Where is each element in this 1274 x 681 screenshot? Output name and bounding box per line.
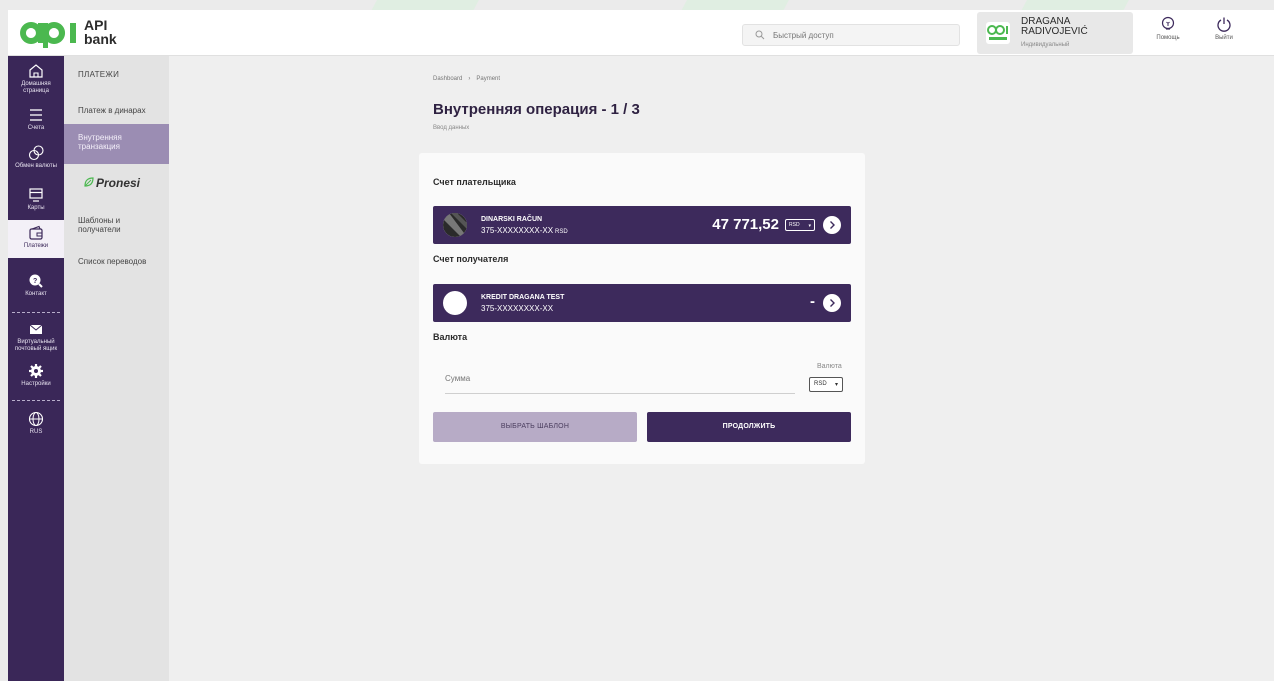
nav-label-exchange: Обмен валюты (15, 163, 57, 169)
nav-label-language: RUS (29, 429, 43, 435)
submenu-item-internal-transaction[interactable]: Внутренняя транзакция (64, 124, 169, 164)
submenu-item-pronesi[interactable]: Pronesi (84, 176, 140, 190)
home-icon (29, 64, 43, 78)
nav-label-accounts: Счета (27, 125, 45, 131)
nav-item-mailbox[interactable]: Виртуальный почтовый ящик (8, 320, 64, 353)
payer-account-label: Счет плательщика (433, 177, 516, 187)
list-icon (30, 109, 42, 121)
recipient-account-avatar (443, 291, 467, 315)
top-header: API bank DRAGANA RADIVOJEVIĆ Индивид (8, 10, 1274, 56)
recipient-account-open-button[interactable] (823, 294, 841, 312)
logo-text: API bank (84, 18, 117, 46)
payer-account-number: 375-XXXXXXXX-XX RSD (481, 226, 568, 235)
logout-button[interactable]: Выйти (1204, 16, 1244, 41)
nav-item-accounts[interactable]: Счета (8, 106, 64, 132)
user-avatar-logo-icon (987, 25, 1008, 40)
nav-item-settings[interactable]: Настройки (8, 362, 64, 388)
api-logo-mark (20, 22, 76, 48)
gear-icon (29, 364, 43, 378)
nav-label-home: Домашняя страница (21, 81, 51, 94)
logout-label: Выйти (1215, 35, 1233, 41)
help-bulb-icon (1161, 16, 1175, 30)
chevron-right-icon (830, 299, 835, 307)
card-icon (29, 188, 43, 202)
account-image-icon (443, 213, 467, 237)
user-role: Индивидуальный (1021, 42, 1070, 48)
payer-account-card[interactable]: DINARSKI RAČUN 375-XXXXXXXX-XX RSD 47 771… (433, 206, 851, 244)
payer-currency-value: RSD (789, 222, 800, 228)
mail-icon (29, 324, 43, 334)
payer-account-open-button[interactable] (823, 216, 841, 234)
recipient-account-label: Счет получателя (433, 254, 509, 264)
nav-label-payments: Платежи (23, 243, 49, 249)
app-window: API bank DRAGANA RADIVOJEVIĆ Индивид (8, 10, 1274, 681)
amount-input[interactable] (445, 374, 785, 383)
submenu-item-dinar-payment[interactable]: Платеж в динарах (64, 106, 169, 115)
logo-line-2: bank (84, 31, 117, 47)
main-nav-rail: Домашняя страница Счета Обмен валюты Кар… (8, 56, 64, 681)
payer-account-name: DINARSKI RAČUN (481, 216, 543, 223)
recipient-account-name: KREDIT DRAGANA TEST (481, 294, 565, 301)
choose-template-button[interactable]: ВЫБРАТЬ ШАБЛОН (433, 412, 637, 442)
nav-item-payments[interactable]: Платежи (8, 220, 64, 258)
nav-item-contact[interactable]: ? Контакт (8, 272, 64, 298)
logo[interactable]: API bank (18, 16, 128, 50)
payer-number-currency: RSD (555, 229, 568, 235)
currency-select-value: RSD (814, 381, 827, 387)
main-content: Dashboard › Payment Внутренняя операция - … (169, 56, 1274, 681)
recipient-account-balance: - (810, 293, 815, 310)
page-subtitle: Ввод данных (433, 125, 470, 131)
payment-form-card: Счет плательщика DINARSKI RAČUN 375-XXXX… (419, 153, 865, 464)
nav-label-contact: Контакт (25, 291, 47, 297)
nav-item-exchange[interactable]: Обмен валюты (8, 144, 64, 170)
user-avatar (986, 22, 1010, 44)
quick-search[interactable] (742, 24, 960, 46)
nav-label-mailbox: Виртуальный почтовый ящик (14, 339, 58, 352)
payer-number-value: 375-XXXXXXXX-XX (481, 226, 554, 235)
globe-icon (28, 411, 44, 427)
user-name: DRAGANA RADIVOJEVIĆ (1021, 16, 1088, 37)
payer-currency-select[interactable]: RSD ▾ (785, 219, 815, 231)
recipient-account-number: 375-XXXXXXXX-XX (481, 304, 554, 313)
pronesi-label: Pronesi (96, 176, 141, 190)
currency-section-label: Валюта (433, 332, 468, 342)
submenu-item-transfer-list[interactable]: Список переводов (64, 257, 169, 266)
chevron-down-icon: ▾ (808, 223, 811, 229)
exchange-icon (28, 145, 44, 161)
breadcrumb-separator: › (468, 76, 471, 82)
nav-item-language[interactable]: RUS (8, 410, 64, 436)
amount-field[interactable] (445, 366, 795, 394)
nav-label-settings: Настройки (21, 381, 51, 387)
leaf-icon (84, 177, 94, 187)
payer-account-avatar (443, 213, 467, 237)
payments-submenu: ПЛАТЕЖИ Платеж в динарах Внутренняя тран… (64, 56, 169, 681)
nav-divider (12, 400, 60, 401)
breadcrumb-dashboard[interactable]: Dashboard (433, 76, 462, 82)
wallet-icon (29, 225, 43, 240)
chevron-down-icon: ▾ (834, 382, 838, 388)
nav-label-cards: Карты (27, 205, 45, 211)
page-title: Внутренняя операция - 1 / 3 (433, 101, 640, 118)
submenu-heading: ПЛАТЕЖИ (78, 70, 120, 79)
nav-divider (12, 312, 60, 313)
help-label: Помощь (1156, 35, 1180, 41)
chevron-right-icon (830, 221, 835, 229)
search-input[interactable] (773, 28, 953, 42)
power-icon (1217, 17, 1231, 32)
continue-button[interactable]: ПРОДОЛЖИТЬ (647, 412, 851, 442)
chat-icon: ? (29, 274, 43, 288)
nav-item-home[interactable]: Домашняя страница (8, 62, 64, 95)
currency-field-label: Валюта (817, 363, 842, 370)
payer-account-balance: 47 771,52 (712, 216, 779, 233)
user-profile[interactable]: DRAGANA RADIVOJEVIĆ Индивидуальный (977, 12, 1133, 54)
breadcrumb: Dashboard › Payment (433, 76, 500, 82)
help-button[interactable]: Помощь (1148, 16, 1188, 41)
svg-text:?: ? (33, 278, 37, 285)
currency-select[interactable]: RSD ▾ (809, 377, 843, 392)
breadcrumb-payment: Payment (476, 76, 501, 82)
nav-item-cards[interactable]: Карты (8, 186, 64, 212)
recipient-account-card[interactable]: KREDIT DRAGANA TEST 375-XXXXXXXX-XX - (433, 284, 851, 322)
search-icon (755, 30, 765, 40)
submenu-item-templates[interactable]: Шаблоны и получатели (64, 216, 169, 234)
